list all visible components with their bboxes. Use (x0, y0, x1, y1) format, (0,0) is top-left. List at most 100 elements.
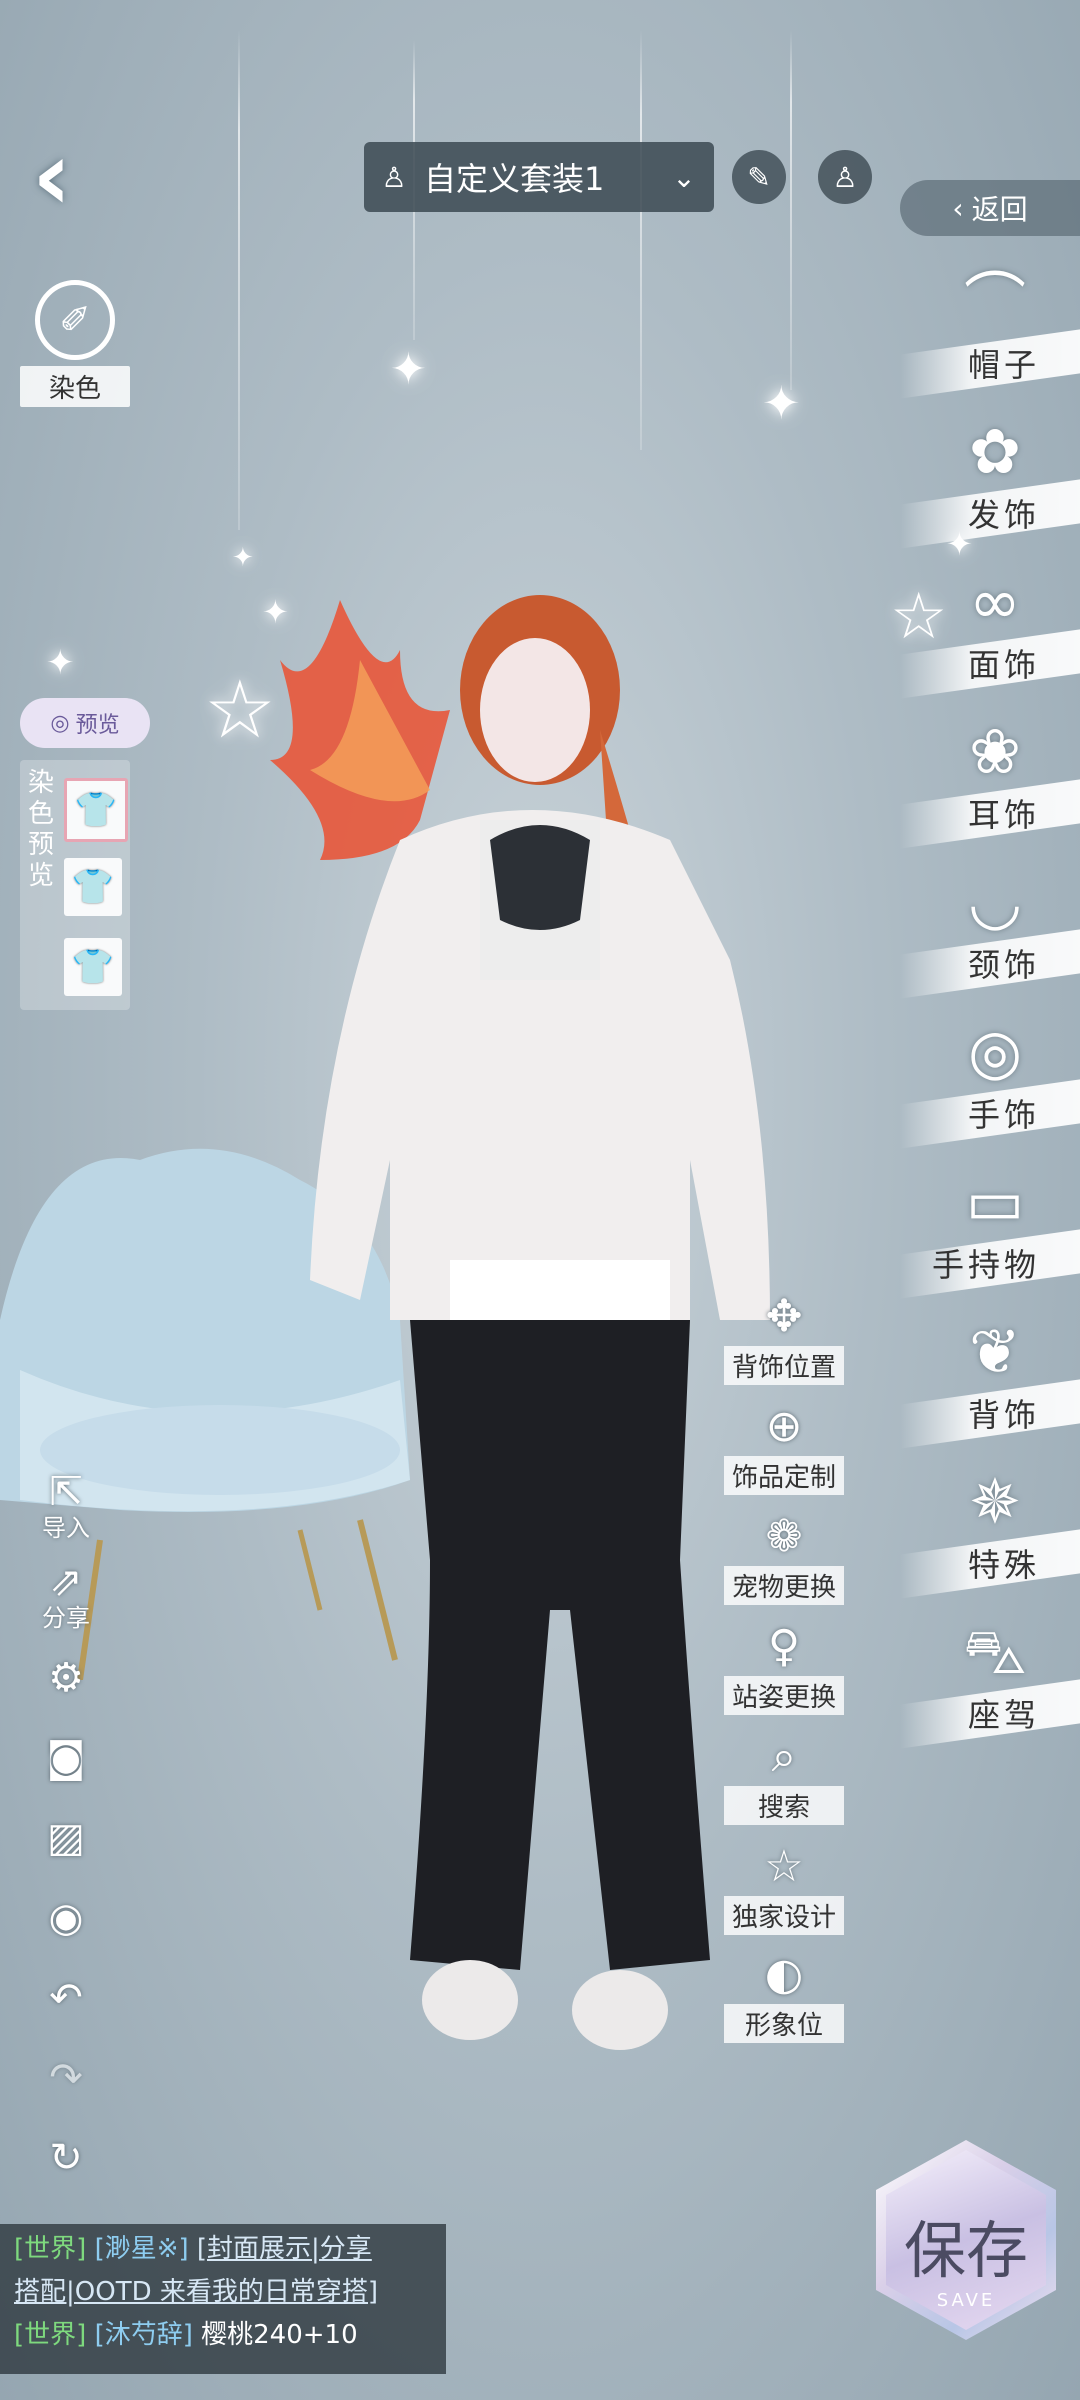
gear-icon: ⚙ (48, 1655, 84, 1701)
chat-link[interactable]: [封面展示|分享 (197, 2234, 372, 2264)
save-label: 保存 (903, 2214, 1028, 2287)
star-icon: ☆ (764, 1841, 804, 1892)
category-label: 帽子 (967, 346, 1040, 384)
handheld-icon: ▭ (965, 1165, 1025, 1238)
chat-username[interactable]: [沐芍辞] (95, 2320, 193, 2350)
move-icon: ✥ (765, 1291, 803, 1342)
category-label: 发饰 (967, 496, 1040, 534)
category-label: 颈饰 (967, 946, 1040, 984)
return-button[interactable]: ‹ 返回 (900, 180, 1080, 236)
shirt-swatch-icon[interactable]: 👕 (64, 858, 122, 916)
chat-channel-tag: [世界] (14, 2234, 87, 2264)
undo-icon: ↶ (49, 1975, 83, 2021)
category-label: 耳饰 (967, 796, 1040, 834)
dye-preview-label: 染色预览 (27, 768, 54, 891)
brush-icon[interactable]: ✎ (732, 150, 786, 204)
shirt-swatch-icon[interactable]: 👕 (64, 938, 122, 996)
category-earring[interactable]: ❀ 耳饰 (900, 712, 1080, 849)
pose-change-button[interactable]: ♀ 站姿更换 (724, 1620, 844, 1715)
save-button[interactable]: 保存 SAVE (876, 2140, 1056, 2340)
category-special[interactable]: ✵ 特殊 (900, 1462, 1080, 1599)
accessory-custom-button[interactable]: ⊕ 饰品定制 (724, 1400, 844, 1495)
paw-icon: ❁ (765, 1511, 803, 1562)
car-icon: ⛍ (963, 1615, 1027, 1688)
action-label: 宠物更换 (724, 1566, 844, 1605)
back-accessory-position-button[interactable]: ✥ 背饰位置 (724, 1290, 844, 1385)
shirt-swatch-icon[interactable]: 👕 (64, 778, 128, 842)
reset-button[interactable]: ↻ (26, 2136, 106, 2180)
wings-icon: ❦ (969, 1315, 1021, 1388)
image-icon: ▨ (47, 1815, 85, 1861)
camera-icon: ◙ (46, 1735, 86, 1781)
share-icon: ⇗ (49, 1559, 83, 1605)
chevron-down-icon: ⌄ (672, 160, 696, 194)
pet-change-button[interactable]: ❁ 宠物更换 (724, 1510, 844, 1605)
camera-button[interactable]: ◙ (26, 1736, 106, 1780)
category-hair-accessory[interactable]: ✿ 发饰 (900, 412, 1080, 549)
reset-icon: ↻ (49, 2135, 83, 2181)
category-necklace[interactable]: ◡ 颈饰 (900, 862, 1080, 999)
category-back-accessory[interactable]: ❦ 背饰 (900, 1312, 1080, 1449)
chat-message: 樱桃240+10 (201, 2320, 358, 2350)
category-label: 手饰 (967, 1096, 1040, 1134)
category-label: 背饰 (967, 1396, 1040, 1434)
action-label: 独家设计 (724, 1896, 844, 1935)
search-icon: ⌕ (771, 1731, 797, 1782)
eye-icon: ◉ (48, 1895, 84, 1941)
necklace-icon: ◡ (967, 865, 1023, 938)
dye-button[interactable]: ✐ 染色 (20, 280, 130, 407)
visibility-button[interactable]: ◉ (26, 1896, 106, 1940)
chat-channel-tag: [世界] (14, 2320, 87, 2350)
undo-button[interactable]: ↶ (26, 1976, 106, 2020)
face-accessory-icon: ∞ (969, 565, 1021, 638)
decor-star: ✦ (46, 643, 75, 683)
share-label: 分享 (42, 1604, 90, 1632)
exclusive-design-button[interactable]: ☆ 独家设计 (724, 1840, 844, 1935)
return-label: 返回 (971, 193, 1028, 226)
bag-icon: ⊕ (765, 1401, 803, 1452)
bracelet-icon: ◎ (967, 1015, 1023, 1088)
dress-icon[interactable]: ♙ (818, 150, 872, 204)
palette-icon: ✐ (35, 280, 115, 360)
decor-string (790, 30, 792, 390)
category-label: 座驾 (967, 1696, 1040, 1734)
action-label: 搜索 (724, 1786, 844, 1825)
category-face-accessory[interactable]: ∞ 面饰 (900, 562, 1080, 699)
gallery-button[interactable]: ▨ (26, 1816, 106, 1860)
category-bracelet[interactable]: ◎ 手饰 (900, 1012, 1080, 1149)
category-handheld[interactable]: ▭ 手持物 (900, 1162, 1080, 1299)
portrait-slot-button[interactable]: ◐ 形象位 (724, 1948, 844, 2043)
decor-string (238, 30, 240, 530)
category-hat[interactable]: ⌒ 帽子 (900, 262, 1080, 399)
dress-icon: ♙ (381, 160, 407, 194)
hat-icon: ⌒ (963, 265, 1026, 338)
redo-icon: ↷ (49, 2055, 83, 2101)
world-chat-panel[interactable]: [世界] [渺星※] [封面展示|分享 搭配|OOTD 来看我的日常穿搭] [世… (0, 2224, 446, 2374)
redo-button[interactable]: ↷ (26, 2056, 106, 2100)
category-vehicle[interactable]: ⛍ 座驾 (900, 1612, 1080, 1749)
preview-toggle[interactable]: ◎ 预览 (20, 698, 150, 748)
action-label: 形象位 (724, 2004, 844, 2043)
action-label: 站姿更换 (724, 1676, 844, 1715)
decor-star: ✦ (390, 344, 427, 395)
settings-button[interactable]: ⚙ (26, 1656, 106, 1700)
person-icon: ♀ (767, 1621, 801, 1672)
chat-link[interactable]: 搭配|OOTD 来看我的日常穿搭] (14, 2277, 378, 2307)
search-button[interactable]: ⌕ 搜索 (724, 1730, 844, 1825)
category-label: 手持物 (931, 1246, 1040, 1284)
dye-preview-panel: 染色预览 👕 👕 👕 (20, 760, 130, 1010)
special-icon: ✵ (969, 1465, 1021, 1538)
import-label: 导入 (42, 1514, 90, 1542)
outfit-selector[interactable]: ♙ 自定义套装1 ⌄ (364, 142, 714, 212)
chat-username[interactable]: [渺星※] (95, 2234, 189, 2264)
hairpin-icon: ✿ (969, 415, 1021, 488)
preview-label: 预览 (75, 713, 120, 738)
decor-star: ✦ (762, 376, 801, 430)
import-button[interactable]: ⇱ 导入 (26, 1470, 106, 1542)
category-label: 特殊 (967, 1546, 1040, 1584)
action-label: 背饰位置 (724, 1346, 844, 1385)
decor-string (640, 30, 642, 450)
back-icon[interactable]: ‹ (32, 128, 112, 224)
share-button[interactable]: ⇗ 分享 (26, 1560, 106, 1632)
portrait-icon: ◐ (764, 1949, 804, 2000)
